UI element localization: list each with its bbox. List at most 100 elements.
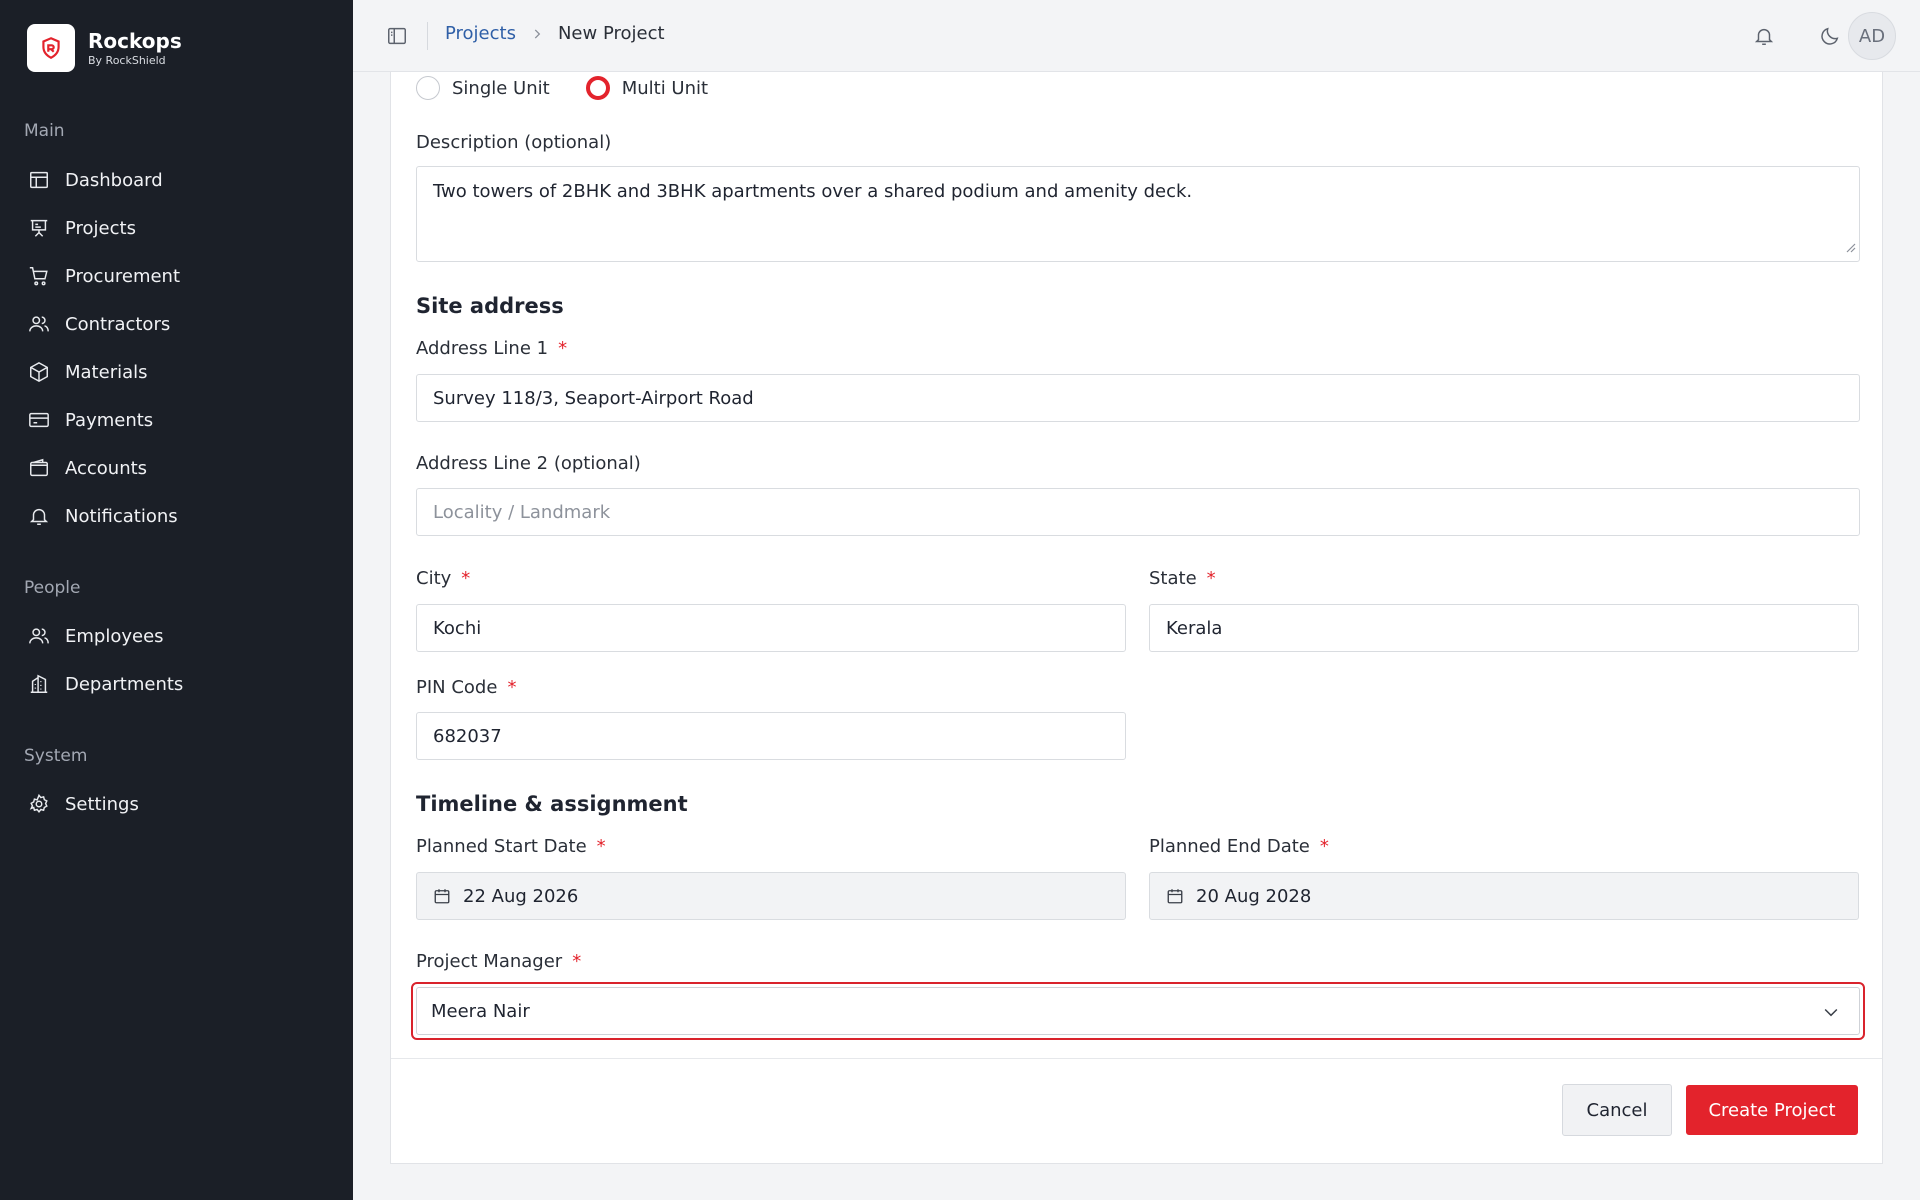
sidebar-item-settings[interactable]: Settings bbox=[27, 784, 139, 824]
sidebar-item-label: Accounts bbox=[65, 457, 148, 479]
unit-type-radio-group: Single Unit Multi Unit bbox=[416, 76, 744, 100]
sidebar-toggle-icon[interactable] bbox=[383, 22, 411, 50]
sidebar-item-label: Employees bbox=[65, 625, 164, 647]
nav-section-main: Main bbox=[24, 121, 65, 141]
address-line-1-label-text: Address Line 1 bbox=[416, 338, 549, 359]
sidebar-item-label: Projects bbox=[65, 217, 136, 239]
state-value: Kerala bbox=[1166, 617, 1223, 639]
sidebar-item-dashboard[interactable]: Dashboard bbox=[27, 160, 163, 200]
site-address-title: Site address bbox=[416, 294, 564, 318]
sidebar-item-payments[interactable]: Payments bbox=[27, 400, 153, 440]
box-icon bbox=[27, 360, 51, 384]
footer-divider bbox=[391, 1058, 1882, 1059]
sidebar-item-departments[interactable]: Departments bbox=[27, 664, 183, 704]
sidebar-item-label: Procurement bbox=[65, 265, 181, 287]
state-label: State * bbox=[1149, 568, 1216, 589]
sidebar-item-label: Notifications bbox=[65, 505, 178, 527]
address-line-1-input[interactable]: Survey 118/3, Seaport-Airport Road bbox=[416, 374, 1860, 422]
project-manager-label-text: Project Manager bbox=[416, 951, 563, 972]
address-line-2-label: Address Line 2 (optional) bbox=[416, 453, 641, 474]
required-mark: * bbox=[507, 677, 517, 698]
credit-card-icon bbox=[27, 408, 51, 432]
required-mark: * bbox=[596, 836, 606, 857]
notifications-bell-icon[interactable] bbox=[1750, 22, 1778, 50]
address-line-1-label: Address Line 1 * bbox=[416, 338, 567, 359]
project-manager-select[interactable]: Meera Nair bbox=[416, 987, 1860, 1035]
single-unit-label[interactable]: Single Unit bbox=[452, 78, 550, 99]
cancel-button[interactable]: Cancel bbox=[1562, 1084, 1672, 1136]
city-input[interactable]: Kochi bbox=[416, 604, 1126, 652]
wallet-icon bbox=[27, 456, 51, 480]
multi-unit-radio[interactable] bbox=[585, 76, 610, 100]
address-line-1-value: Survey 118/3, Seaport-Airport Road bbox=[433, 387, 754, 409]
projects-icon bbox=[27, 216, 51, 240]
sidebar-item-label: Dashboard bbox=[65, 169, 163, 191]
form-body: Single Unit Multi Unit Description (opti… bbox=[391, 72, 1882, 1058]
brand-subtitle: By RockShield bbox=[88, 54, 166, 67]
users-icon bbox=[27, 312, 51, 336]
breadcrumb: Projects New Project bbox=[445, 23, 665, 44]
pin-code-label: PIN Code * bbox=[416, 677, 516, 698]
description-label: Description (optional) bbox=[416, 132, 612, 153]
planned-end-date-label-text: Planned End Date bbox=[1149, 836, 1310, 857]
calendar-icon bbox=[1166, 887, 1184, 905]
pin-code-label-text: PIN Code bbox=[416, 677, 498, 698]
sidebar-item-label: Materials bbox=[65, 361, 148, 383]
planned-start-date-input[interactable]: 22 Aug 2026 bbox=[416, 872, 1126, 920]
project-manager-label: Project Manager * bbox=[416, 951, 581, 972]
users-icon bbox=[27, 624, 51, 648]
brand[interactable]: Rockops By RockShield bbox=[27, 24, 182, 72]
new-project-form-card: Single Unit Multi Unit Description (opti… bbox=[390, 72, 1883, 1164]
pin-code-value: 682037 bbox=[433, 725, 502, 747]
building-icon bbox=[27, 672, 51, 696]
avatar[interactable]: AD bbox=[1848, 12, 1896, 60]
city-label-text: City bbox=[416, 568, 452, 589]
required-mark: * bbox=[1206, 568, 1216, 589]
state-input[interactable]: Kerala bbox=[1149, 604, 1859, 652]
nav-section-people: People bbox=[24, 578, 81, 598]
required-mark: * bbox=[461, 568, 471, 589]
address-line-2-input[interactable]: Locality / Landmark bbox=[416, 488, 1860, 536]
address-line-2-placeholder: Locality / Landmark bbox=[433, 501, 611, 523]
resize-handle-icon[interactable] bbox=[1844, 237, 1856, 258]
state-label-text: State bbox=[1149, 568, 1197, 589]
sidebar-item-accounts[interactable]: Accounts bbox=[27, 448, 147, 488]
theme-moon-icon[interactable] bbox=[1816, 22, 1844, 50]
create-project-button[interactable]: Create Project bbox=[1686, 1085, 1858, 1135]
planned-start-date-value: 22 Aug 2026 bbox=[463, 885, 579, 907]
description-textarea[interactable]: Two towers of 2BHK and 3BHK apartments o… bbox=[416, 166, 1860, 262]
timeline-assignment-title: Timeline & assignment bbox=[416, 792, 688, 816]
dashboard-icon bbox=[27, 168, 51, 192]
sidebar-item-notifications[interactable]: Notifications bbox=[27, 496, 178, 536]
project-manager-value: Meera Nair bbox=[431, 1000, 530, 1022]
planned-start-date-label-text: Planned Start Date bbox=[416, 836, 587, 857]
sidebar-item-materials[interactable]: Materials bbox=[27, 352, 148, 392]
sidebar-item-label: Settings bbox=[65, 793, 139, 815]
planned-start-date-label: Planned Start Date * bbox=[416, 836, 606, 857]
multi-unit-label[interactable]: Multi Unit bbox=[622, 78, 708, 99]
brand-logo-icon bbox=[27, 24, 75, 72]
sidebar-item-contractors[interactable]: Contractors bbox=[27, 304, 170, 344]
sidebar-item-label: Payments bbox=[65, 409, 154, 431]
gear-icon bbox=[27, 792, 51, 816]
required-mark: * bbox=[1319, 836, 1329, 857]
sidebar-item-procurement[interactable]: Procurement bbox=[27, 256, 180, 296]
breadcrumb-projects-link[interactable]: Projects bbox=[445, 23, 516, 44]
nav-section-system: System bbox=[24, 746, 88, 766]
planned-end-date-input[interactable]: 20 Aug 2028 bbox=[1149, 872, 1859, 920]
sidebar-item-label: Contractors bbox=[65, 313, 171, 335]
single-unit-radio[interactable] bbox=[416, 76, 440, 100]
sidebar-item-employees[interactable]: Employees bbox=[27, 616, 164, 656]
city-value: Kochi bbox=[433, 617, 482, 639]
cart-icon bbox=[27, 264, 51, 288]
toolbar-divider bbox=[427, 22, 428, 50]
top-bar: Projects New Project AD bbox=[353, 0, 1920, 72]
sidebar: Rockops By RockShield Main Dashboard Pro… bbox=[0, 0, 353, 1200]
required-mark: * bbox=[572, 951, 582, 972]
planned-end-date-value: 20 Aug 2028 bbox=[1196, 885, 1312, 907]
required-mark: * bbox=[558, 338, 568, 359]
pin-code-input[interactable]: 682037 bbox=[416, 712, 1126, 760]
description-value: Two towers of 2BHK and 3BHK apartments o… bbox=[433, 181, 1193, 202]
sidebar-item-projects[interactable]: Projects bbox=[27, 208, 136, 248]
project-manager-focus-ring: Meera Nair bbox=[411, 982, 1865, 1040]
